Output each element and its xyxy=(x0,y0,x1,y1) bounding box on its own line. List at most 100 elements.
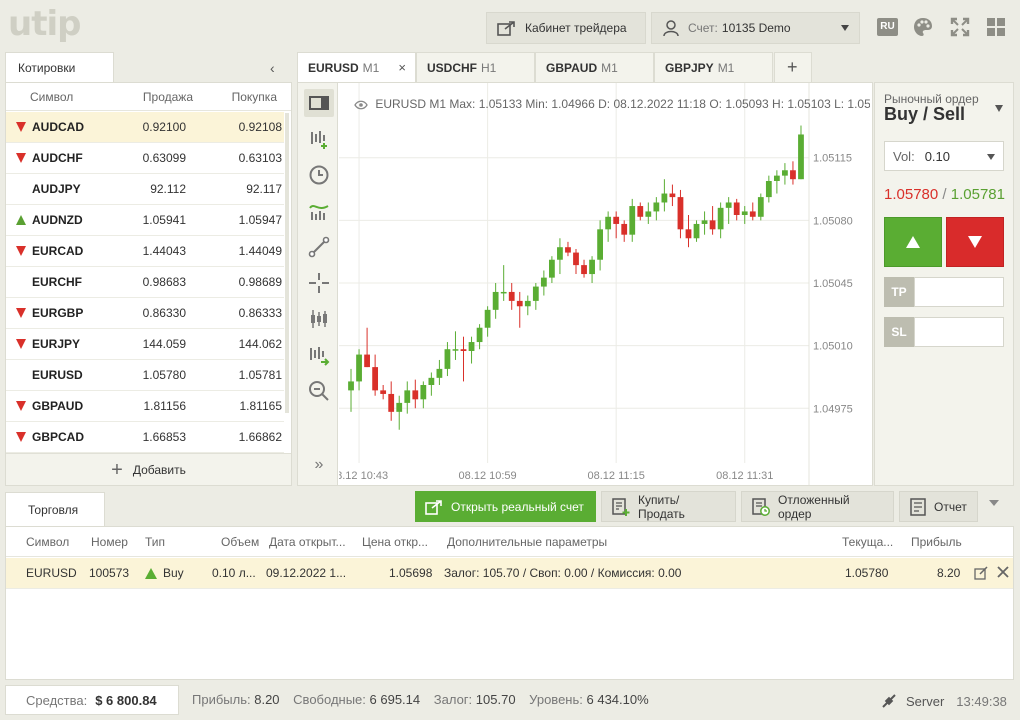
stop-loss-field[interactable]: SL xyxy=(884,317,1004,347)
chart-tab-timeframe: H1 xyxy=(481,60,497,75)
price-chart[interactable]: 1.05115 1.05080 1.05045 1.05010 1.04975 08.12… xyxy=(339,83,873,485)
quote-buy: 0.86333 xyxy=(238,306,282,320)
zoom-out-button[interactable] xyxy=(304,377,334,405)
volume-selector[interactable]: Vol: 0.10 xyxy=(884,141,1004,171)
eye-icon[interactable] xyxy=(354,100,368,110)
trading-tab[interactable]: Торговля xyxy=(5,492,105,526)
chart-toolbar: » xyxy=(298,83,338,485)
col-current: Текуща... xyxy=(842,535,894,549)
pos-current: 1.05780 xyxy=(845,566,889,580)
pending-order-button[interactable]: Отложенный ордер xyxy=(741,491,894,522)
buy-sell-button[interactable]: Купить/Продать xyxy=(601,491,736,522)
account-value: 10135 Demo xyxy=(721,21,791,35)
chart-tab-usdchf[interactable]: USDCHF H1 xyxy=(416,52,535,82)
report-label: Отчет xyxy=(934,499,967,514)
y-tick-label: 1.05010 xyxy=(813,341,853,353)
candle-body xyxy=(693,223,700,239)
chart-tab-symbol: EURUSD xyxy=(308,60,359,75)
quote-row[interactable]: AUDCAD 0.92100 0.92108 xyxy=(6,112,284,143)
close-icon[interactable] xyxy=(996,565,1010,582)
chart-tab-eurusd[interactable]: EURUSD M1 × xyxy=(297,52,416,82)
trader-cabinet-button[interactable]: Кабинет трейдера xyxy=(486,12,646,44)
quote-row[interactable]: GBPAUD 1.81156 1.81165 xyxy=(6,391,284,422)
quote-row[interactable]: EURUSD 1.05780 1.05781 xyxy=(6,360,284,391)
arrow-down-icon xyxy=(16,432,26,442)
candle-body xyxy=(765,181,772,198)
candle-body xyxy=(757,197,764,217)
chart-tab-gbpjpy[interactable]: GBPJPY M1 xyxy=(654,52,773,82)
collapse-left-icon[interactable]: ‹ xyxy=(270,60,275,76)
quote-row[interactable]: AUDNZD 1.05941 1.05947 xyxy=(6,205,284,236)
candle-body xyxy=(645,211,652,217)
candle-body xyxy=(549,259,555,278)
candle-body xyxy=(412,390,419,400)
report-button[interactable]: Отчет xyxy=(899,491,978,522)
arrow-down-icon xyxy=(16,122,26,132)
quote-sell: 1.81156 xyxy=(143,399,187,413)
chevron-down-icon[interactable] xyxy=(995,105,1003,112)
crosshair-button[interactable] xyxy=(304,269,334,297)
palette-icon[interactable] xyxy=(912,16,934,38)
candle-body xyxy=(749,211,756,217)
candle-body xyxy=(452,349,459,351)
quotes-scrollbar[interactable] xyxy=(285,113,289,413)
quote-sell: 0.92100 xyxy=(142,120,186,134)
quote-row[interactable]: EURCHF 0.98683 0.98689 xyxy=(6,267,284,298)
open-real-account-button[interactable]: Открыть реальный счет xyxy=(415,491,596,522)
timeframe-button[interactable] xyxy=(304,161,334,189)
table-row[interactable]: EURUSD 100573 Buy 0.10 л... 09.12.2022 1… xyxy=(6,558,1013,589)
layout-grid-icon[interactable] xyxy=(985,16,1007,38)
add-chart-tab-button[interactable]: + xyxy=(774,52,812,82)
quotes-tab[interactable]: Котировки xyxy=(5,52,114,83)
account-selector[interactable]: Счет: 10135 Demo xyxy=(651,12,860,44)
chart-tab-gbpaud[interactable]: GBPAUD M1 xyxy=(535,52,654,82)
language-button[interactable]: RU xyxy=(877,18,898,36)
chart-tab-timeframe: M1 xyxy=(717,60,735,75)
chart-type-button[interactable] xyxy=(304,89,334,117)
candle-body xyxy=(669,193,676,198)
level-value: 6 434.10% xyxy=(586,692,649,707)
quote-buy: 92.117 xyxy=(246,182,282,196)
tp-input[interactable] xyxy=(914,277,1004,307)
candle-body xyxy=(629,206,636,235)
candle-body xyxy=(573,252,579,266)
positions-table: Символ Номер Тип Объем Дата открыт... Це… xyxy=(5,526,1014,680)
crosshair-icon xyxy=(309,273,329,293)
scroll-chart-button[interactable] xyxy=(304,341,334,369)
edit-icon[interactable] xyxy=(974,566,988,583)
expand-toolbar-icon[interactable]: » xyxy=(304,451,334,479)
server-status[interactable]: Server 13:49:38 xyxy=(880,692,1007,710)
candle-body xyxy=(476,327,483,343)
quote-row[interactable]: EURGBP 0.86330 0.86333 xyxy=(6,298,284,329)
candles-button[interactable] xyxy=(304,305,334,333)
candle-body xyxy=(532,286,539,301)
x-tick-label: 08.12 11:15 xyxy=(588,470,645,482)
quote-sell: 1.05941 xyxy=(142,213,186,227)
sell-button[interactable] xyxy=(946,217,1004,267)
quote-row[interactable]: EURJPY 144.059 144.062 xyxy=(6,329,284,360)
indicators-button[interactable] xyxy=(304,197,334,225)
funds-label: Средства: xyxy=(26,692,88,708)
order-type-selector[interactable]: Buy / Sell xyxy=(884,104,965,125)
add-indicator-button[interactable] xyxy=(304,125,334,153)
positions-header: Символ Номер Тип Объем Дата открыт... Це… xyxy=(6,527,1013,557)
sl-input[interactable] xyxy=(914,317,1004,347)
sl-label: SL xyxy=(884,317,914,347)
quote-row[interactable]: AUDCHF 0.63099 0.63103 xyxy=(6,143,284,174)
quote-sell: 144.059 xyxy=(142,337,186,351)
candle-body xyxy=(396,402,403,412)
add-symbol-button[interactable]: + Добавить xyxy=(6,453,291,485)
fullscreen-icon[interactable] xyxy=(949,16,971,38)
close-icon[interactable]: × xyxy=(398,60,406,75)
quote-row[interactable]: GBPCAD 1.66853 1.66862 xyxy=(6,422,284,453)
chart-tab-timeframe: M1 xyxy=(362,60,380,75)
quote-row[interactable]: EURCAD 1.44043 1.44049 xyxy=(6,236,284,267)
buy-button[interactable] xyxy=(884,217,942,267)
candle-body xyxy=(356,354,362,382)
quote-row[interactable]: AUDJPY 92.112 92.117 xyxy=(6,174,284,205)
candle-body xyxy=(516,300,523,307)
chevron-down-icon[interactable] xyxy=(989,500,999,506)
trendline-button[interactable] xyxy=(304,233,334,261)
margin-label: Залог: xyxy=(433,692,473,707)
take-profit-field[interactable]: TP xyxy=(884,277,1004,307)
